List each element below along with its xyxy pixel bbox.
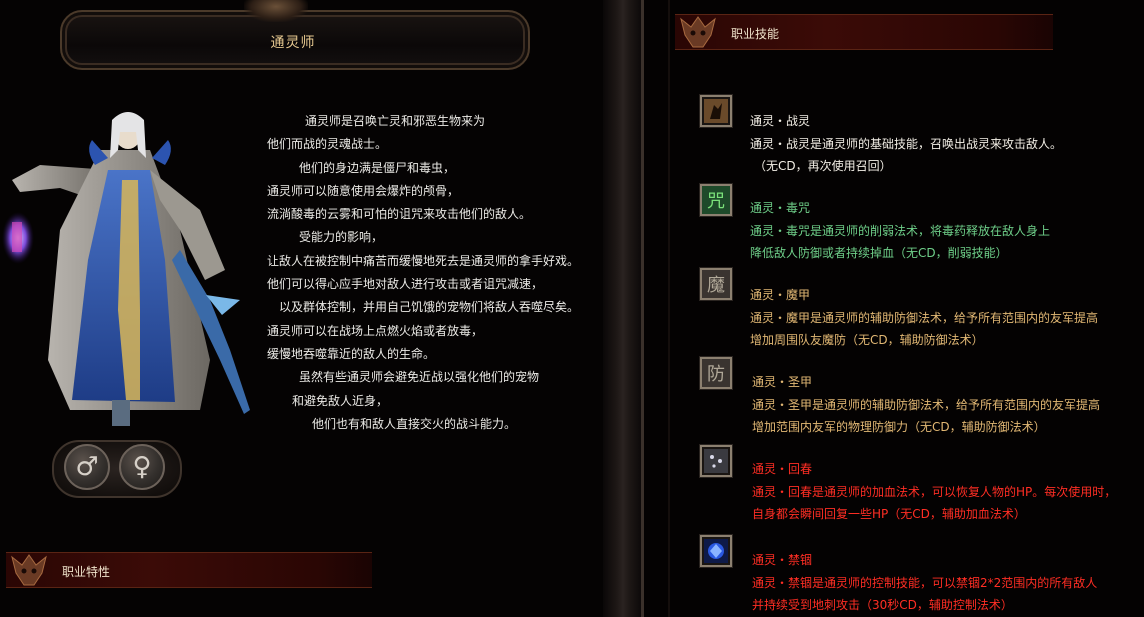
demon-skull-ornament-icon <box>11 554 47 586</box>
skill-desc-line: 降低敌人防御或者持续掉血（无CD，削弱技能） <box>750 246 1008 260</box>
description-line: 他们而战的灵魂战士。 <box>267 137 388 152</box>
panel-divider <box>603 0 643 617</box>
skill-war-spirit: 通灵・战灵 通灵・战灵是通灵师的基础技能，召唤出战灵来攻击敌人。 （无CD，再次… <box>750 110 1062 178</box>
skill-rejuvenation: 通灵・回春 通灵・回春是通灵师的加血法术，可以恢复人物的HP。每次使用时， 自身… <box>750 458 1116 526</box>
war-spirit-glyph <box>702 97 730 125</box>
skill-holy-armor: 通灵・圣甲 通灵・圣甲是通灵师的辅助防御法术，给予所有范围内的友军提高 增加范围… <box>750 371 1100 439</box>
description-line: 受能力的影响， <box>299 230 384 245</box>
description-line: 他们可以得心应手地对敌人进行攻击或者诅咒减速， <box>267 277 544 292</box>
description-line: 他们也有和敌人直接交火的战斗能力。 <box>312 416 517 431</box>
skill-desc-line: 自身都会瞬间回复一些HP（无CD，辅助加血法术） <box>752 507 1026 521</box>
skills-section-header[interactable]: 职业技能 <box>675 14 1053 50</box>
description-line: 让敌人在被控制中痛苦而缓慢地死去是通灵师的拿手好戏。 <box>267 253 580 268</box>
title-ornament-icon <box>244 0 308 22</box>
description-line: 缓慢地吞噬靠近的敌人的生命。 <box>267 346 436 361</box>
skill-imprison: 通灵・禁锢 通灵・禁锢是通灵师的控制技能，可以禁锢2*2范围内的所有敌人 并持续… <box>750 549 1097 617</box>
class-description: 通灵师是召唤亡灵和邪恶生物来为 他们而战的灵魂战士。 他们的身边满是僵尸和毒虫，… <box>250 110 603 436</box>
imprison-glyph <box>702 537 730 565</box>
skill-name: 通灵・魔甲 <box>750 288 811 302</box>
necromancer-character-figure <box>2 112 250 426</box>
skill-desc-line: 通灵・回春是通灵师的加血法术，可以恢复人物的HP。每次使用时， <box>752 484 1117 499</box>
skill-name: 通灵・战灵 <box>750 114 811 128</box>
magic-armor-icon[interactable]: 魔 <box>700 268 732 300</box>
description-line: 他们的身边满是僵尸和毒虫， <box>299 160 456 175</box>
traits-section-header[interactable]: 职业特性 <box>6 552 372 588</box>
skill-desc-line: 增加范围内友军的物理防御力（无CD，辅助防御法术） <box>752 420 1046 434</box>
skill-name: 通灵・圣甲 <box>752 375 813 389</box>
description-line: 通灵师是召唤亡灵和邪恶生物来为 <box>305 114 486 128</box>
female-gender-button[interactable]: ♀ <box>119 444 165 490</box>
poison-curse-icon[interactable]: 咒 <box>700 184 732 216</box>
male-gender-button[interactable]: ♂ <box>64 444 110 490</box>
skill-poison-curse: 通灵・毒咒 通灵・毒咒是通灵师的削弱法术，将毒药释放在敌人身上 降低敌人防御或者… <box>750 197 1050 265</box>
description-line: 和避免敌人近身， <box>292 393 389 408</box>
skill-desc-line: 通灵・禁锢是通灵师的控制技能，可以禁锢2*2范围内的所有敌人 <box>752 575 1098 590</box>
skills-section-title: 职业技能 <box>731 27 780 41</box>
skill-desc-line: 通灵・圣甲是通灵师的辅助防御法术，给予所有范围内的友军提高 <box>752 397 1101 412</box>
skill-desc-line: 通灵・魔甲是通灵师的辅助防御法术，给予所有范围内的友军提高 <box>750 310 1099 325</box>
description-line: 通灵师可以在战场上点燃火焰或者放毒， <box>267 323 484 338</box>
description-line: 以及群体控制，并用自己饥饿的宠物们将敌人吞噬尽矣。 <box>279 300 580 315</box>
description-line: 虽然有些通灵师会避免近战以强化他们的宠物 <box>299 370 540 385</box>
imprison-icon[interactable] <box>700 535 732 567</box>
holy-armor-icon[interactable]: 防 <box>700 357 732 389</box>
skill-name: 通灵・回春 <box>752 462 813 476</box>
war-spirit-icon[interactable] <box>700 95 732 127</box>
skills-panel-border <box>668 0 670 617</box>
demon-skull-ornament-icon <box>680 16 716 48</box>
holy-armor-glyph: 防 <box>702 359 730 387</box>
traits-section-title: 职业特性 <box>62 565 111 579</box>
skill-desc-line: 增加周围队友魔防（无CD，辅助防御法术） <box>750 333 984 347</box>
poison-curse-glyph: 咒 <box>702 186 730 214</box>
skill-desc-line: 通灵・战灵是通灵师的基础技能，召唤出战灵来攻击敌人。 <box>750 136 1063 151</box>
description-line: 通灵师可以随意使用会爆炸的颅骨， <box>267 183 460 198</box>
skill-name: 通灵・禁锢 <box>752 553 813 567</box>
rejuvenation-glyph <box>702 447 730 475</box>
skill-desc-line: （无CD，再次使用召回） <box>754 159 892 173</box>
male-symbol-icon: ♂ <box>75 452 99 482</box>
skill-desc-line: 通灵・毒咒是通灵师的削弱法术，将毒药释放在敌人身上 <box>750 223 1051 238</box>
skill-magic-armor: 通灵・魔甲 通灵・魔甲是通灵师的辅助防御法术，给予所有范围内的友军提高 增加周围… <box>750 284 1098 352</box>
description-line: 流淌酸毒的云雾和可怕的诅咒来攻击他们的敌人。 <box>267 207 532 222</box>
magic-armor-glyph: 魔 <box>702 270 730 298</box>
skill-name: 通灵・毒咒 <box>750 201 811 215</box>
class-title: 通灵师 <box>270 35 316 51</box>
class-info-panel: 通灵师 通灵师是召唤亡灵和邪恶生物来为 他们而战的灵魂战士。 他们的身边满是僵尸… <box>0 0 603 617</box>
skill-desc-line: 并持续受到地刺攻击（30秒CD，辅助控制法术） <box>752 598 1013 612</box>
female-symbol-icon: ♀ <box>132 452 152 482</box>
rejuvenation-icon[interactable] <box>700 445 732 477</box>
